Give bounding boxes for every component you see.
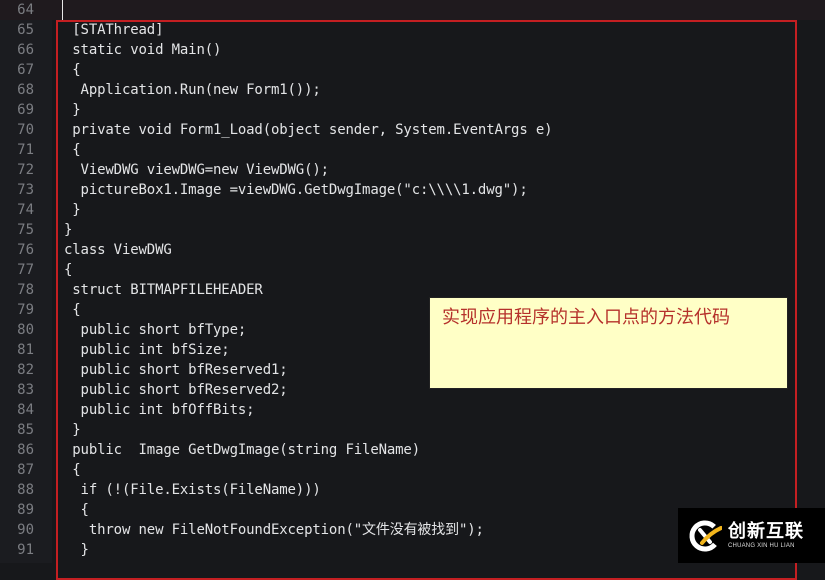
text-cursor (62, 0, 63, 20)
annotation-note: 实现应用程序的主入口点的方法代码 (429, 297, 788, 389)
code-line[interactable]: 64 (0, 0, 825, 20)
line-number: 66 (17, 42, 34, 58)
line-number: 72 (17, 162, 34, 178)
line-number: 68 (17, 82, 34, 98)
line-number: 80 (17, 322, 34, 338)
line-number: 88 (17, 482, 34, 498)
line-number: 84 (17, 402, 34, 418)
line-number: 78 (17, 282, 34, 298)
line-number: 81 (17, 342, 34, 358)
line-number: 75 (17, 222, 34, 238)
line-number: 83 (17, 382, 34, 398)
line-number: 67 (17, 62, 34, 78)
line-number: 82 (17, 362, 34, 378)
line-number: 69 (17, 102, 34, 118)
watermark-name-cn: 创新互联 (728, 520, 804, 542)
line-number: 74 (17, 202, 34, 218)
line-number: 90 (17, 522, 34, 538)
line-number: 91 (17, 542, 34, 558)
line-number: 89 (17, 502, 34, 518)
annotation-note-text: 实现应用程序的主入口点的方法代码 (442, 307, 730, 328)
watermark-logo: 创新互联 CHUANG XIN HU LIAN (678, 508, 825, 563)
line-number: 77 (17, 262, 34, 278)
line-number: 87 (17, 462, 34, 478)
line-number: 76 (17, 242, 34, 258)
line-number: 71 (17, 142, 34, 158)
line-number: 70 (17, 122, 34, 138)
watermark-name-en: CHUANG XIN HU LIAN (728, 542, 795, 549)
line-number: 73 (17, 182, 34, 198)
brand-logo-icon (689, 520, 722, 551)
line-number: 64 (17, 2, 34, 18)
line-number: 85 (17, 422, 34, 438)
line-number: 86 (17, 442, 34, 458)
line-number: 79 (17, 302, 34, 318)
line-number: 65 (17, 22, 34, 38)
